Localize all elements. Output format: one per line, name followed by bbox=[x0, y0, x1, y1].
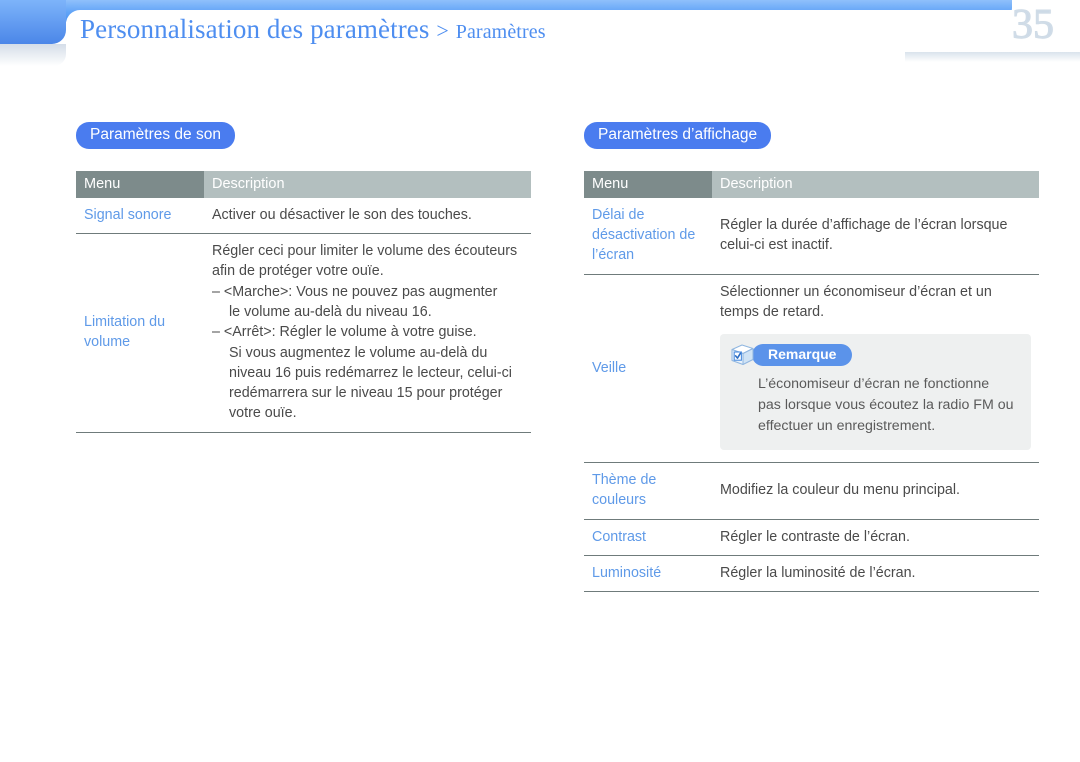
description-line: Régler la luminosité de l’écran. bbox=[720, 564, 916, 581]
table-row: Délai de désactivation de l’écran Régler… bbox=[584, 197, 1039, 275]
table-row: Contrast Régler le contraste de l’écran. bbox=[584, 519, 1039, 556]
note-tag-label: Remarque bbox=[752, 344, 853, 367]
menu-cell: Délai de désactivation de l’écran bbox=[584, 197, 712, 275]
column-header-menu: Menu bbox=[584, 170, 712, 198]
banner-blue-block bbox=[0, 0, 66, 44]
description-line: Régler la durée d’affichage de l’écran l… bbox=[720, 216, 1008, 233]
description-line: le volume au-delà du niveau 16. bbox=[229, 304, 432, 320]
sound-settings-table: Menu Description Signal sonore Activer o… bbox=[76, 170, 531, 433]
menu-cell: Limitation du volume bbox=[76, 233, 204, 433]
note-header: Remarque bbox=[730, 343, 1017, 367]
column-header-description: Description bbox=[712, 170, 1039, 198]
menu-cell: Signal sonore bbox=[76, 197, 204, 235]
note-line: L’économiseur d’écran ne fonctionne bbox=[758, 376, 990, 393]
page-number: 35 bbox=[1012, 2, 1055, 48]
description-cell: Régler la luminosité de l’écran. bbox=[712, 555, 1039, 593]
description-bullet: – <Marche>: Vous ne pouvez pas augmenter bbox=[212, 283, 498, 300]
display-settings-table: Menu Description Délai de désactivation … bbox=[584, 170, 1039, 593]
table-header-row: Menu Description bbox=[584, 170, 1039, 198]
description-line: Activer ou désactiver le son des touches… bbox=[212, 206, 472, 223]
description-line: Modifiez la couleur du menu principal. bbox=[720, 482, 960, 499]
page-banner: Personnalisation des paramètres > Paramè… bbox=[0, 0, 1080, 96]
menu-cell: Contrast bbox=[584, 519, 712, 556]
description-line: Régler le contraste de l’écran. bbox=[720, 528, 910, 545]
section-title-sound: Paramètres de son bbox=[76, 122, 235, 149]
description-line: niveau 16 puis redémarrez le lecteur, ce… bbox=[229, 364, 512, 381]
description-bullet: – <Arrêt>: Régler le volume à votre guis… bbox=[212, 324, 477, 341]
description-cell: Activer ou désactiver le son des touches… bbox=[204, 197, 531, 235]
description-line: votre ouïe. bbox=[229, 405, 297, 422]
description-cell: Sélectionner un économiseur d’écran et u… bbox=[712, 274, 1039, 463]
description-line: redémarrera sur le niveau 15 pour protég… bbox=[229, 385, 503, 402]
table-row: Thème de couleurs Modifiez la couleur du… bbox=[584, 462, 1039, 520]
section-sound-settings: Paramètres de son Menu Description Signa… bbox=[76, 122, 531, 433]
description-line: temps de retard. bbox=[720, 304, 825, 320]
menu-cell: Luminosité bbox=[584, 555, 712, 593]
breadcrumb-separator: > bbox=[436, 18, 449, 43]
description-cell: Régler le contraste de l’écran. bbox=[712, 519, 1039, 556]
description-line: afin de protéger votre ouïe. bbox=[212, 263, 384, 280]
menu-cell: Thème de couleurs bbox=[584, 462, 712, 520]
table-row: Signal sonore Activer ou désactiver le s… bbox=[76, 197, 531, 235]
note-cube-check-icon bbox=[730, 343, 756, 367]
menu-cell: Veille bbox=[584, 274, 712, 463]
breadcrumb-parent: Personnalisation des paramètres bbox=[80, 14, 430, 44]
breadcrumb: Personnalisation des paramètres > Paramè… bbox=[80, 14, 546, 45]
note-box: Remarque L’économiseur d’écran ne foncti… bbox=[720, 334, 1031, 450]
section-title-display: Paramètres d’affichage bbox=[584, 122, 772, 149]
section-display-settings: Paramètres d’affichage Menu Description … bbox=[584, 122, 1039, 593]
table-row: Luminosité Régler la luminosité de l’écr… bbox=[584, 555, 1039, 593]
column-header-menu: Menu bbox=[76, 170, 204, 198]
breadcrumb-current: Paramètres bbox=[455, 21, 546, 43]
column-header-description: Description bbox=[204, 170, 531, 198]
note-line: pas lorsque vous écoutez la radio FM ou bbox=[758, 397, 1014, 414]
description-cell: Régler ceci pour limiter le volume des é… bbox=[204, 233, 531, 433]
table-header-row: Menu Description bbox=[76, 170, 531, 198]
table-row: Limitation du volume Régler ceci pour li… bbox=[76, 233, 531, 433]
description-cell: Régler la durée d’affichage de l’écran l… bbox=[712, 197, 1039, 275]
description-cell: Modifiez la couleur du menu principal. bbox=[712, 462, 1039, 520]
description-line: Si vous augmentez le volume au-delà du bbox=[229, 344, 488, 361]
description-line: celui-ci est inactif. bbox=[720, 237, 833, 254]
description-line: Régler ceci pour limiter le volume des é… bbox=[212, 243, 518, 260]
banner-shadow-left bbox=[0, 44, 66, 66]
note-line: effectuer un enregistrement. bbox=[758, 418, 936, 435]
table-row: Veille Sélectionner un économiseur d’écr… bbox=[584, 274, 1039, 463]
banner-shadow-right bbox=[905, 52, 1080, 62]
description-line: Sélectionner un économiseur d’écran et u… bbox=[720, 283, 992, 300]
note-body: L’économiseur d’écran ne fonctionne pas … bbox=[730, 374, 1017, 437]
